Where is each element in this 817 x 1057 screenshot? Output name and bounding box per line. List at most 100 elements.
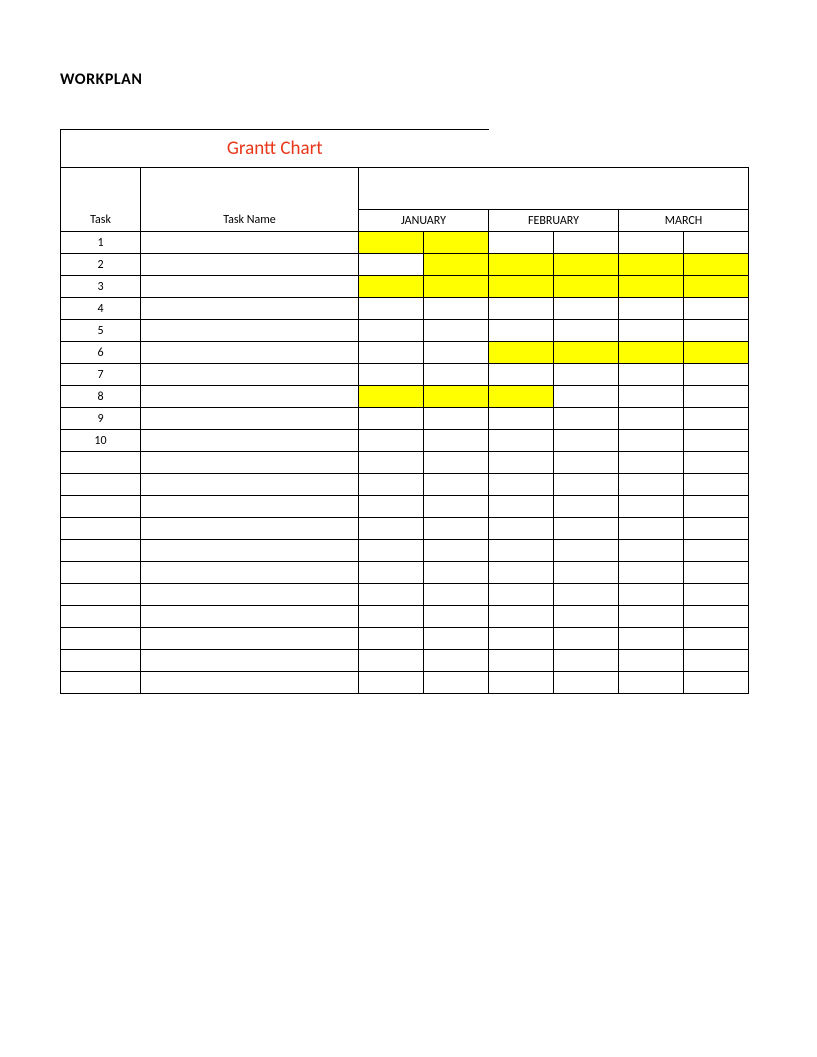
gantt-cell — [619, 342, 684, 364]
gantt-cell — [684, 386, 749, 408]
gantt-cell — [554, 562, 619, 584]
document-title: WORKPLAN — [60, 70, 787, 89]
gantt-cell — [684, 408, 749, 430]
task-name-cell — [141, 320, 359, 342]
gantt-cell — [554, 518, 619, 540]
gantt-cell — [619, 606, 684, 628]
table-row — [61, 518, 749, 540]
gantt-cell — [554, 452, 619, 474]
gantt-cell — [424, 232, 489, 254]
gantt-cell — [554, 672, 619, 694]
gantt-cell — [489, 232, 554, 254]
gantt-cell — [359, 606, 424, 628]
table-row: 4 — [61, 298, 749, 320]
gantt-cell — [359, 320, 424, 342]
table-row: 3 — [61, 276, 749, 298]
gantt-cell — [359, 672, 424, 694]
table-row — [61, 562, 749, 584]
task-number-cell: 3 — [61, 276, 141, 298]
gantt-cell — [359, 430, 424, 452]
table-row — [61, 672, 749, 694]
gantt-cell — [424, 474, 489, 496]
gantt-cell — [424, 408, 489, 430]
task-name-cell — [141, 342, 359, 364]
table-row: 6 — [61, 342, 749, 364]
task-name-cell — [141, 254, 359, 276]
gantt-cell — [554, 320, 619, 342]
gantt-cell — [359, 298, 424, 320]
gantt-table: Grantt Chart Task Task Name JANUARY FEBR… — [60, 129, 749, 694]
gantt-cell — [684, 430, 749, 452]
gantt-cell — [619, 540, 684, 562]
table-row: 9 — [61, 408, 749, 430]
task-name-cell — [141, 562, 359, 584]
gantt-cell — [359, 562, 424, 584]
task-number-cell — [61, 562, 141, 584]
task-name-cell — [141, 540, 359, 562]
gantt-cell — [684, 452, 749, 474]
gantt-cell — [619, 672, 684, 694]
gantt-cell — [489, 672, 554, 694]
gantt-cell — [424, 518, 489, 540]
gantt-cell — [424, 254, 489, 276]
gantt-cell — [424, 452, 489, 474]
task-number-cell: 6 — [61, 342, 141, 364]
gantt-cell — [424, 320, 489, 342]
gantt-cell — [619, 232, 684, 254]
header-spacer-row: Task Task Name — [61, 168, 749, 210]
gantt-cell — [489, 408, 554, 430]
gantt-cell — [619, 364, 684, 386]
task-name-header: Task Name — [141, 168, 359, 232]
table-row: 5 — [61, 320, 749, 342]
task-number-cell: 4 — [61, 298, 141, 320]
gantt-cell — [489, 540, 554, 562]
table-row — [61, 628, 749, 650]
gantt-cell — [359, 276, 424, 298]
gantt-cell — [424, 496, 489, 518]
gantt-cell — [424, 364, 489, 386]
gantt-cell — [684, 474, 749, 496]
gantt-cell — [554, 408, 619, 430]
gantt-cell — [359, 386, 424, 408]
task-number-cell: 2 — [61, 254, 141, 276]
gantt-cell — [619, 518, 684, 540]
gantt-cell — [619, 452, 684, 474]
task-name-cell — [141, 606, 359, 628]
task-number-cell: 5 — [61, 320, 141, 342]
gantt-cell — [684, 518, 749, 540]
gantt-cell — [359, 584, 424, 606]
task-name-cell — [141, 584, 359, 606]
gantt-cell — [489, 342, 554, 364]
gantt-cell — [554, 430, 619, 452]
task-name-cell — [141, 628, 359, 650]
gantt-cell — [424, 584, 489, 606]
task-name-cell — [141, 408, 359, 430]
gantt-cell — [554, 232, 619, 254]
gantt-cell — [619, 276, 684, 298]
gantt-cell — [424, 628, 489, 650]
task-number-cell: 9 — [61, 408, 141, 430]
gantt-cell — [489, 298, 554, 320]
task-number-cell — [61, 496, 141, 518]
gantt-cell — [619, 650, 684, 672]
table-row — [61, 584, 749, 606]
task-header: Task — [61, 168, 141, 232]
month-january: JANUARY — [359, 210, 489, 232]
gantt-cell — [489, 606, 554, 628]
gantt-cell — [489, 584, 554, 606]
gantt-cell — [554, 342, 619, 364]
gantt-cell — [554, 584, 619, 606]
task-name-cell — [141, 276, 359, 298]
gantt-cell — [619, 320, 684, 342]
gantt-cell — [359, 628, 424, 650]
table-row: 1 — [61, 232, 749, 254]
gantt-cell — [359, 518, 424, 540]
gantt-cell — [359, 452, 424, 474]
gantt-cell — [359, 254, 424, 276]
gantt-cell — [489, 628, 554, 650]
month-february: FEBRUARY — [489, 210, 619, 232]
table-row — [61, 606, 749, 628]
task-name-cell — [141, 452, 359, 474]
gantt-cell — [619, 584, 684, 606]
task-number-cell — [61, 672, 141, 694]
